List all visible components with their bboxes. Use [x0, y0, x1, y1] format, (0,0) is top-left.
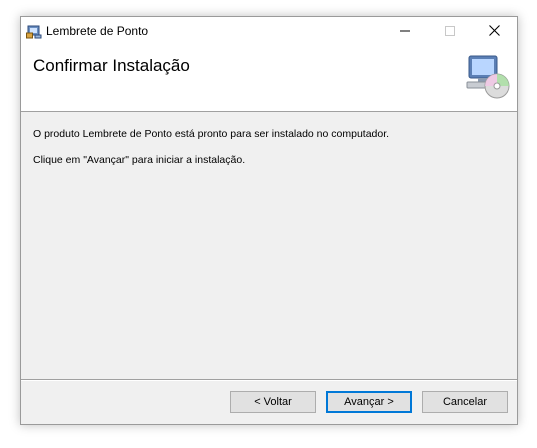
dialog-header: Confirmar Instalação [21, 46, 517, 112]
desktop-background: Lembrete de Ponto Confirmar Instalação O… [0, 0, 537, 448]
maximize-button[interactable] [427, 17, 472, 46]
dialog-content: O produto Lembrete de Ponto está pronto … [21, 112, 517, 380]
installer-icon [26, 23, 42, 39]
next-button[interactable]: Avançar > [326, 391, 412, 413]
page-title: Confirmar Instalação [33, 56, 190, 75]
close-button[interactable] [472, 17, 517, 46]
minimize-icon [399, 23, 410, 41]
window-title: Lembrete de Ponto [46, 24, 149, 38]
minimize-button[interactable] [382, 17, 427, 46]
computer-cd-icon [465, 54, 511, 100]
footer-separator [21, 379, 517, 381]
close-icon [489, 23, 500, 41]
status-message: O produto Lembrete de Ponto está pronto … [33, 128, 390, 140]
instruction-message: Clique em "Avançar" para iniciar a insta… [33, 154, 246, 166]
back-button[interactable]: < Voltar [230, 391, 316, 413]
cancel-button[interactable]: Cancelar [422, 391, 508, 413]
installer-window: Lembrete de Ponto Confirmar Instalação O… [20, 16, 518, 425]
title-bar[interactable]: Lembrete de Ponto [21, 17, 517, 46]
maximize-icon [444, 23, 455, 41]
